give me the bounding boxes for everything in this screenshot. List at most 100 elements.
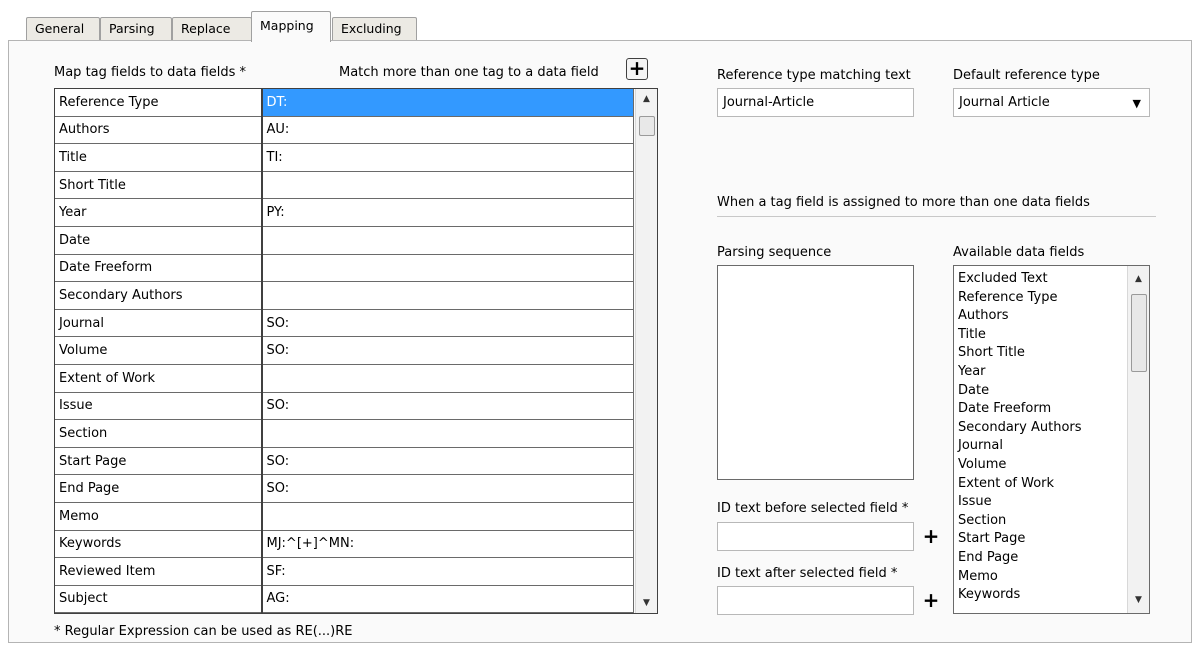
available-fields-items: Excluded Text Reference Type Authors Title S… bbox=[954, 266, 1149, 605]
data-field-cell: Reviewed Item bbox=[54, 557, 263, 586]
data-field-cell: Keywords bbox=[54, 529, 263, 559]
list-item[interactable]: Extent of Work bbox=[954, 475, 1149, 494]
list-item[interactable]: Date bbox=[954, 382, 1149, 401]
tab-mapping[interactable]: Mapping bbox=[251, 11, 331, 42]
tag-field-cell[interactable]: SO: bbox=[261, 446, 634, 476]
data-field-cell: Section bbox=[54, 419, 263, 448]
list-item[interactable]: Journal bbox=[954, 437, 1149, 456]
list-item[interactable]: Volume bbox=[954, 456, 1149, 475]
tag-field-cell[interactable]: AU: bbox=[261, 115, 634, 145]
scroll-thumb[interactable] bbox=[639, 116, 655, 136]
list-item[interactable]: End Page bbox=[954, 549, 1149, 568]
tag-field-cell[interactable] bbox=[261, 501, 634, 531]
tab-label: Parsing bbox=[109, 21, 155, 36]
triangle-down-icon[interactable]: ▼ bbox=[1128, 595, 1149, 605]
tag-field-cell[interactable] bbox=[261, 363, 634, 393]
list-item[interactable]: Short Title bbox=[954, 344, 1149, 363]
tag-field-cell[interactable]: SO: bbox=[261, 336, 634, 365]
after-field-input[interactable] bbox=[717, 586, 914, 615]
data-field-cell: Subject bbox=[54, 584, 263, 614]
list-item[interactable]: Reference Type bbox=[954, 289, 1149, 308]
table-row[interactable]: Memo bbox=[54, 501, 634, 531]
table-row[interactable]: Year PY: bbox=[54, 198, 634, 227]
table-row[interactable]: Journal SO: bbox=[54, 308, 634, 338]
tag-field-cell[interactable]: SO: bbox=[261, 474, 634, 503]
tag-field-cell[interactable] bbox=[261, 419, 634, 448]
table-row[interactable]: Subject AG: bbox=[54, 584, 634, 614]
divider bbox=[717, 216, 1156, 217]
scroll-thumb[interactable] bbox=[1131, 294, 1147, 372]
table-row[interactable]: Volume SO: bbox=[54, 336, 634, 365]
tab-bar: General Parsing Replace Mapping Excludin… bbox=[8, 9, 1192, 42]
list-item[interactable]: Secondary Authors bbox=[954, 419, 1149, 438]
tag-field-cell[interactable]: SO: bbox=[261, 308, 634, 338]
triangle-down-icon[interactable]: ▼ bbox=[636, 598, 657, 608]
table-row[interactable]: Title TI: bbox=[54, 143, 634, 172]
tab-label: Mapping bbox=[260, 18, 314, 33]
add-before-button[interactable]: + bbox=[920, 526, 942, 546]
default-type-value: Journal Article bbox=[959, 95, 1050, 110]
table-row[interactable]: Authors AU: bbox=[54, 115, 634, 145]
tab-excluding[interactable]: Excluding bbox=[332, 17, 417, 41]
tag-field-cell[interactable]: SF: bbox=[261, 557, 634, 586]
matching-text-input[interactable]: Journal-Article bbox=[717, 88, 914, 117]
list-item[interactable]: Start Page bbox=[954, 530, 1149, 549]
list-item[interactable]: Keywords bbox=[954, 586, 1149, 605]
available-scrollbar[interactable]: ▲ ▼ bbox=[1127, 266, 1149, 613]
parsing-sequence-list[interactable] bbox=[717, 265, 914, 480]
triangle-up-icon[interactable]: ▲ bbox=[1128, 274, 1149, 284]
tab-replace[interactable]: Replace bbox=[172, 17, 252, 41]
data-field-cell: Volume bbox=[54, 336, 263, 365]
tag-field-cell[interactable]: AG: bbox=[261, 584, 634, 614]
matching-text-label: Reference type matching text bbox=[717, 68, 911, 83]
tag-field-cell[interactable] bbox=[261, 253, 634, 283]
list-item[interactable]: Title bbox=[954, 326, 1149, 345]
table-row[interactable]: Keywords MJ:^[+]^MN: bbox=[54, 529, 634, 559]
tag-field-cell[interactable] bbox=[261, 170, 634, 200]
data-field-cell: Issue bbox=[54, 391, 263, 421]
tag-field-cell[interactable]: TI: bbox=[261, 143, 634, 172]
table-row[interactable]: Reviewed Item SF: bbox=[54, 557, 634, 586]
available-fields-list[interactable]: Excluded Text Reference Type Authors Title S… bbox=[953, 265, 1150, 614]
table-row[interactable]: Section bbox=[54, 419, 634, 448]
table-row[interactable]: Issue SO: bbox=[54, 391, 634, 421]
tab-general[interactable]: General bbox=[26, 17, 100, 41]
regex-footnote: * Regular Expression can be used as RE(.… bbox=[54, 624, 353, 639]
list-item[interactable]: Authors bbox=[954, 307, 1149, 326]
tag-field-cell[interactable] bbox=[261, 225, 634, 255]
tab-parsing[interactable]: Parsing bbox=[100, 17, 172, 41]
tag-field-cell[interactable] bbox=[261, 281, 634, 310]
data-field-cell: Short Title bbox=[54, 170, 263, 200]
list-item[interactable]: Memo bbox=[954, 568, 1149, 587]
list-item[interactable]: Issue bbox=[954, 493, 1149, 512]
table-row[interactable]: End Page SO: bbox=[54, 474, 634, 503]
default-type-select[interactable]: Journal Article ▼ bbox=[953, 88, 1150, 117]
tag-field-cell[interactable]: MJ:^[+]^MN: bbox=[261, 529, 634, 559]
table-row[interactable]: Date Freeform bbox=[54, 253, 634, 283]
list-item[interactable]: Date Freeform bbox=[954, 400, 1149, 419]
add-after-button[interactable]: + bbox=[920, 590, 942, 610]
before-field-input[interactable] bbox=[717, 522, 914, 551]
table-row[interactable]: Short Title bbox=[54, 170, 634, 200]
mapping-scrollbar[interactable]: ▲ ▼ bbox=[635, 89, 657, 613]
tag-field-cell[interactable]: PY: bbox=[261, 198, 634, 227]
map-title: Map tag fields to data fields * bbox=[54, 65, 247, 80]
list-item[interactable]: Section bbox=[954, 512, 1149, 531]
table-row[interactable]: Reference Type DT: bbox=[54, 88, 634, 117]
add-match-button[interactable]: + bbox=[626, 58, 648, 80]
triangle-up-icon[interactable]: ▲ bbox=[636, 94, 657, 104]
before-field-label: ID text before selected field * bbox=[717, 501, 909, 516]
table-row[interactable]: Extent of Work bbox=[54, 363, 634, 393]
table-row[interactable]: Date bbox=[54, 225, 634, 255]
chevron-down-icon[interactable]: ▼ bbox=[1133, 97, 1141, 110]
tag-field-cell[interactable]: SO: bbox=[261, 391, 634, 421]
tag-field-cell[interactable]: DT: bbox=[261, 88, 634, 117]
list-item[interactable]: Year bbox=[954, 363, 1149, 382]
data-field-cell: Start Page bbox=[54, 446, 263, 476]
mapping-table: Reference Type DT: Authors AU: Title TI: Short… bbox=[54, 88, 634, 614]
data-field-cell: Year bbox=[54, 198, 263, 227]
table-row[interactable]: Secondary Authors bbox=[54, 281, 634, 310]
table-row[interactable]: Start Page SO: bbox=[54, 446, 634, 476]
default-type-label: Default reference type bbox=[953, 68, 1100, 83]
list-item[interactable]: Excluded Text bbox=[954, 270, 1149, 289]
